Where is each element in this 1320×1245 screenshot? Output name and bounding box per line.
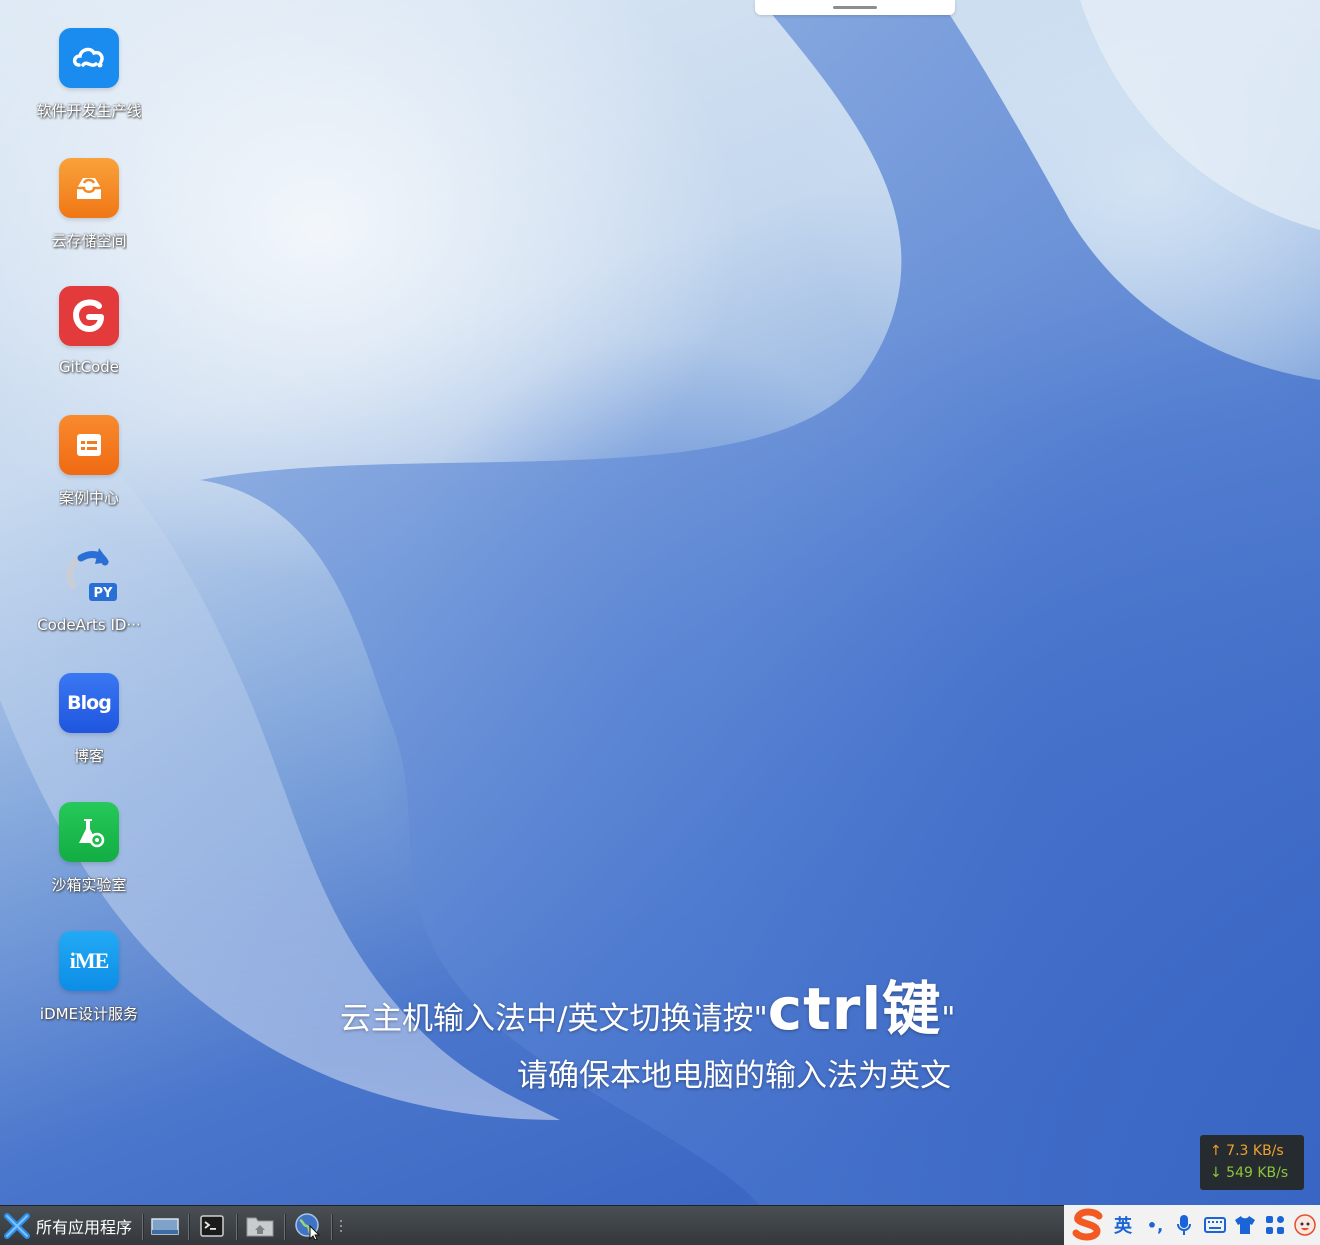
all-apps-button[interactable]: 所有应用程序 bbox=[4, 1211, 132, 1241]
codearts-ide-python-icon: PY bbox=[59, 544, 119, 604]
keyboard-icon bbox=[1204, 1217, 1226, 1233]
gitcode-icon bbox=[59, 286, 119, 346]
desktop-icon-gitcode[interactable]: GitCode bbox=[24, 286, 154, 396]
blog-icon: Blog bbox=[59, 673, 119, 733]
taskbar-separator bbox=[331, 1214, 333, 1240]
taskbar-separator bbox=[142, 1214, 144, 1240]
ime-switch-notice: 云主机输入法中/英文切换请按"ctrl键" bbox=[340, 962, 956, 1046]
taskbar-separator bbox=[284, 1214, 286, 1240]
web-browser-button[interactable] bbox=[293, 1212, 323, 1240]
terminal-icon bbox=[200, 1215, 224, 1237]
desktop-icon-label: 软件开发生产线 bbox=[36, 102, 142, 120]
ime-toolbar: 英 •, bbox=[1064, 1205, 1320, 1245]
notice-key-text: ctrl键 bbox=[767, 975, 942, 1043]
handle-grip bbox=[833, 6, 877, 9]
desktop-icon-label: 博客 bbox=[73, 747, 104, 765]
xfce-x-icon bbox=[4, 1213, 30, 1239]
toolbox-button[interactable] bbox=[1262, 1213, 1288, 1237]
notice-text-suffix: " bbox=[941, 1001, 956, 1037]
top-drop-down-handle[interactable] bbox=[755, 0, 955, 15]
sogou-logo-button[interactable] bbox=[1068, 1208, 1108, 1242]
sogou-mascot-icon bbox=[1294, 1214, 1316, 1236]
ime-mode-toggle[interactable]: 英 bbox=[1110, 1213, 1136, 1237]
idme-icon: iME bbox=[59, 931, 119, 991]
tshirt-icon bbox=[1235, 1216, 1255, 1234]
taskbar-separator bbox=[188, 1214, 190, 1240]
browser-globe-icon bbox=[295, 1213, 321, 1240]
voice-input-button[interactable] bbox=[1172, 1213, 1196, 1237]
cloud-storage-icon bbox=[59, 158, 119, 218]
show-desktop-button[interactable] bbox=[150, 1212, 180, 1240]
file-manager-button[interactable] bbox=[245, 1212, 275, 1240]
desktop-icon bbox=[151, 1218, 179, 1235]
desktop-icon-label: GitCode bbox=[58, 358, 120, 376]
all-apps-label: 所有应用程序 bbox=[36, 1218, 133, 1237]
desktop-icon-sandbox-lab[interactable]: 沙箱实验室 bbox=[24, 802, 154, 912]
taskbar-separator bbox=[236, 1214, 238, 1240]
panel-handle[interactable] bbox=[334, 1212, 348, 1240]
ime-local-notice: 请确保本地电脑的输入法为英文 bbox=[517, 1058, 951, 1094]
punctuation-toggle[interactable]: •, bbox=[1142, 1213, 1168, 1237]
microphone-icon bbox=[1177, 1215, 1191, 1235]
upload-speed: ↑ 7.3 KB/s bbox=[1210, 1143, 1284, 1159]
cloud-devops-icon bbox=[59, 28, 119, 88]
home-folder-icon bbox=[246, 1217, 274, 1237]
desktop-icon-codearts-ide[interactable]: PY CodeArts ID··· bbox=[24, 544, 154, 654]
grid-apps-icon bbox=[1266, 1216, 1284, 1234]
sandbox-lab-icon bbox=[59, 802, 119, 862]
desktop-icon-idme[interactable]: iME iDME设计服务 bbox=[24, 931, 154, 1041]
case-center-icon bbox=[59, 415, 119, 475]
desktop-icon-label: 云存储空间 bbox=[51, 232, 127, 250]
download-speed: ↓ 549 KB/s bbox=[1210, 1165, 1289, 1181]
network-speed-widget: ↑ 7.3 KB/s ↓ 549 KB/s bbox=[1200, 1135, 1304, 1190]
terminal-button[interactable] bbox=[197, 1212, 227, 1240]
py-badge: PY bbox=[94, 586, 114, 601]
skin-button[interactable] bbox=[1232, 1213, 1258, 1237]
blog-badge: Blog bbox=[67, 692, 112, 714]
idme-badge: iME bbox=[69, 948, 110, 973]
sogou-s-icon bbox=[1072, 1208, 1103, 1241]
drag-handle-icon bbox=[340, 1220, 342, 1232]
desktop-icon-case-center[interactable]: 案例中心 bbox=[24, 415, 154, 525]
desktop-icon-label: 案例中心 bbox=[58, 489, 119, 507]
sogou-mascot-button[interactable] bbox=[1292, 1213, 1318, 1237]
desktop-icon-label: 沙箱实验室 bbox=[51, 876, 127, 894]
desktop-icon-label: iDME设计服务 bbox=[39, 1005, 139, 1023]
desktop-icon-devops[interactable]: 软件开发生产线 bbox=[24, 28, 154, 138]
desktop-icon-label: CodeArts ID··· bbox=[37, 616, 141, 634]
soft-keyboard-button[interactable] bbox=[1202, 1213, 1228, 1237]
notice-text-prefix: 云主机输入法中/英文切换请按" bbox=[340, 1001, 768, 1037]
desktop-icon-cloud-storage[interactable]: 云存储空间 bbox=[24, 158, 154, 268]
desktop-icon-blog[interactable]: Blog 博客 bbox=[24, 673, 154, 783]
